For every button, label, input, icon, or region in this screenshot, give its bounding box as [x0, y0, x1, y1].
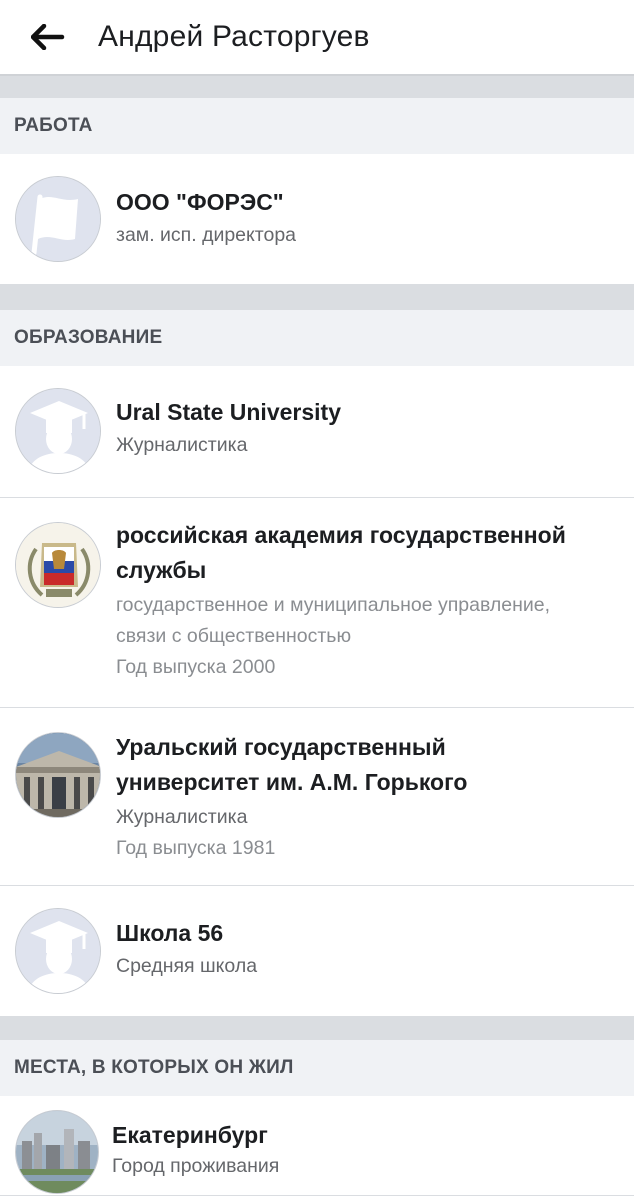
education-entry-urgu-gorky[interactable]: Уральский государственный университет им… — [0, 708, 634, 886]
education-entry-ural-state-university[interactable]: Ural State University Журналистика — [0, 366, 634, 498]
place-entry-text: Екатеринбург Город проживания — [112, 1120, 614, 1182]
work-entry[interactable]: ООО "ФОРЭС" зам. исп. директора — [0, 154, 634, 284]
section-divider — [0, 76, 634, 98]
profile-about-list: РАБОТА ООО "ФОРЭС" зам. исп. директора О… — [0, 76, 634, 1196]
work-company: ООО "ФОРЭС" — [116, 189, 284, 215]
flag-icon — [15, 176, 101, 262]
arrow-left-icon — [31, 24, 65, 50]
work-entry-text: ООО "ФОРЭС" зам. исп. директора — [116, 185, 614, 251]
education-entry-text: Уральский государственный университет им… — [116, 730, 614, 864]
education-field: Журналистика — [116, 434, 248, 456]
education-entry-text: российская академия государственной служ… — [116, 518, 614, 683]
education-entry-ranepa[interactable]: российская академия государственной служ… — [0, 498, 634, 708]
academy-emblem — [15, 522, 101, 608]
university-building-photo — [15, 732, 101, 818]
education-school-name-line2: университет им. А.М. Горького — [116, 769, 468, 795]
education-school-name: Школа 56 — [116, 920, 224, 946]
education-field: Средняя школа — [116, 955, 258, 977]
education-field-line1: государственное и муниципальное управлен… — [116, 594, 551, 616]
back-button[interactable] — [18, 7, 78, 67]
education-school-name: Ural State University — [116, 399, 341, 425]
education-field: Журналистика — [116, 806, 248, 828]
work-position: зам. исп. директора — [116, 224, 297, 246]
city-photo — [15, 1110, 99, 1194]
education-entry-text: Школа 56 Средняя школа — [116, 916, 614, 982]
education-graduation-year: Год выпуска 2000 — [116, 656, 276, 678]
section-heading-education: ОБРАЗОВАНИЕ — [0, 310, 634, 366]
education-school-name-line1: российская академия государственной — [116, 522, 566, 548]
graduation-cap-icon — [15, 908, 101, 994]
education-entry-school-56[interactable]: Школа 56 Средняя школа — [0, 886, 634, 1016]
section-divider — [0, 1016, 634, 1040]
place-type: Город проживания — [112, 1155, 280, 1177]
page-title: Андрей Расторгуев — [98, 20, 370, 53]
education-school-name-line1: Уральский государственный — [116, 734, 446, 760]
section-heading-places: МЕСТА, В КОТОРЫХ ОН ЖИЛ — [0, 1040, 634, 1096]
top-bar: Андрей Расторгуев — [0, 0, 634, 76]
place-entry-yekaterinburg[interactable]: Екатеринбург Город проживания — [0, 1096, 634, 1196]
place-name: Екатеринбург — [112, 1122, 268, 1148]
graduation-cap-icon — [15, 388, 101, 474]
education-school-name-line2: службы — [116, 557, 207, 583]
education-graduation-year: Год выпуска 1981 — [116, 837, 276, 859]
education-field-line2: связи с общественностью — [116, 625, 352, 647]
education-entry-text: Ural State University Журналистика — [116, 395, 614, 461]
section-divider — [0, 284, 634, 310]
section-heading-work: РАБОТА — [0, 98, 634, 154]
